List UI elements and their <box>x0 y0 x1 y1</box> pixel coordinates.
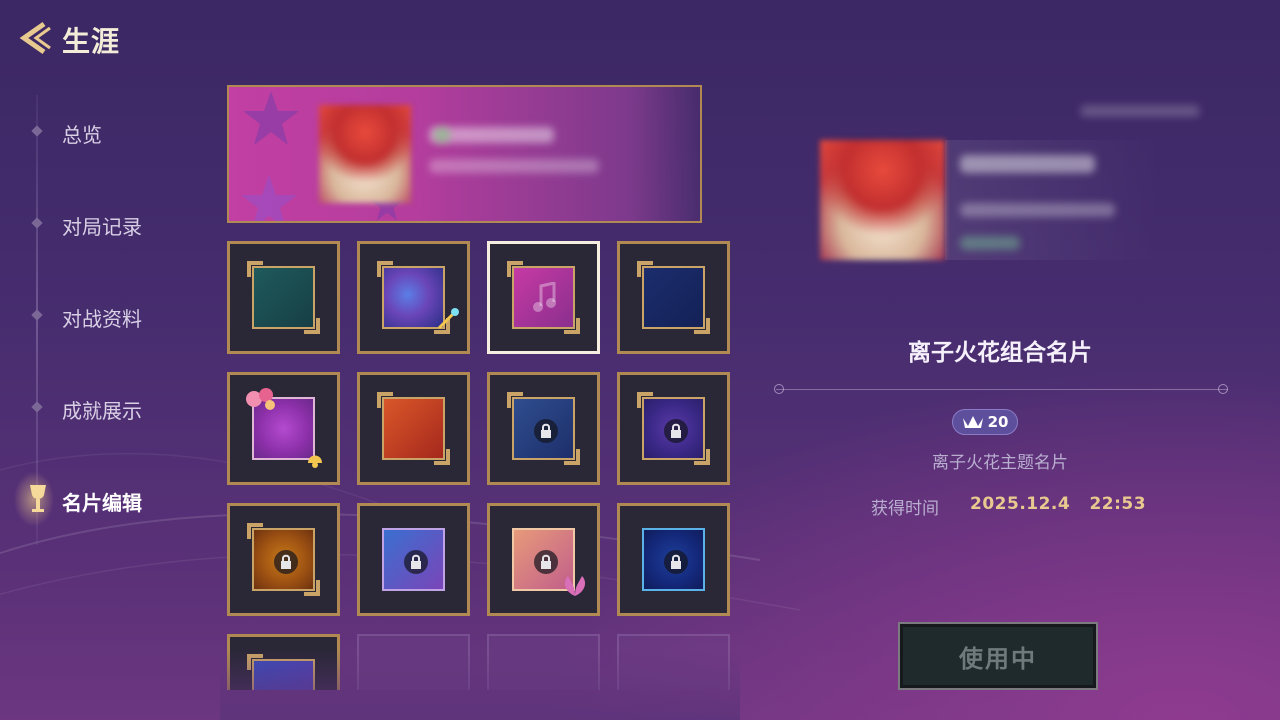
divider-end <box>774 384 784 394</box>
card-tile-empty <box>617 634 730 690</box>
card-tile[interactable] <box>357 241 470 354</box>
lock-icon <box>664 419 688 443</box>
lotus-decoration-icon <box>564 576 586 596</box>
card-thumbnail <box>637 261 710 334</box>
card-thumbnail <box>507 261 580 334</box>
card-tile[interactable] <box>617 241 730 354</box>
rose-decoration-icon <box>246 388 275 410</box>
divider-end <box>1218 384 1228 394</box>
card-thumbnail <box>637 392 710 465</box>
card-tile[interactable] <box>227 241 340 354</box>
player-name-blurred <box>960 155 1095 173</box>
sidebar-item-label: 总览 <box>62 123 102 147</box>
sidebar-dot <box>31 309 43 321</box>
sidebar-item-label: 成就展示 <box>62 399 142 423</box>
cost-badge: 20 <box>952 409 1018 435</box>
back-button[interactable] <box>14 18 54 58</box>
card-tile-empty <box>357 634 470 690</box>
card-description: 离子火花主题名片 <box>932 453 1068 473</box>
lock-icon <box>534 550 558 574</box>
rank-icon-blurred <box>434 127 450 143</box>
sidebar-item-achievements[interactable]: 成就展示 <box>20 385 190 429</box>
card-grid <box>226 240 736 690</box>
crown-icon <box>962 416 983 428</box>
in-use-label: 使用中 <box>959 644 1037 673</box>
card-title: 离子火花组合名片 <box>908 340 1092 366</box>
acquired-time: 2025.12.4 22:53 <box>970 494 1147 514</box>
player-tag-blurred <box>960 236 1020 250</box>
detail-card-preview <box>820 100 1210 260</box>
card-tile-locked[interactable] <box>487 503 600 616</box>
sidebar-item-label: 对战资料 <box>62 307 142 331</box>
card-thumbnail <box>247 654 315 690</box>
star-decoration-icon <box>241 175 297 221</box>
player-info-blurred <box>960 203 1115 217</box>
divider <box>776 389 1228 390</box>
card-tile-empty <box>487 634 600 690</box>
sidebar-item-card-edit[interactable]: 名片编辑 <box>12 469 190 529</box>
chevron-left-icon <box>19 21 51 55</box>
card-tile-locked[interactable] <box>227 634 340 690</box>
card-tile-locked[interactable] <box>487 372 600 485</box>
wand-decoration-icon <box>437 308 459 330</box>
bell-decoration-icon <box>308 455 322 468</box>
sidebar-item-battle-stats[interactable]: 对战资料 <box>20 293 190 337</box>
card-tile-locked[interactable] <box>227 503 340 616</box>
sidebar-item-label: 名片编辑 <box>62 491 142 515</box>
sidebar-item-match-history[interactable]: 对局记录 <box>20 201 190 245</box>
acquired-label: 获得时间 <box>871 499 939 519</box>
card-thumbnail <box>507 392 580 465</box>
music-note-icon <box>533 282 556 312</box>
sidebar-item-overview[interactable]: 总览 <box>20 109 190 153</box>
card-thumbnail <box>247 261 320 334</box>
lock-icon <box>534 419 558 443</box>
cost-value: 20 <box>987 413 1009 431</box>
card-tile-locked[interactable] <box>357 503 470 616</box>
card-thumbnail <box>382 528 445 591</box>
card-thumbnail <box>642 528 705 591</box>
sidebar-dot <box>31 217 43 229</box>
sidebar-dot <box>31 401 43 413</box>
card-tile[interactable] <box>227 372 340 485</box>
lock-icon <box>404 550 428 574</box>
in-use-button[interactable]: 使用中 <box>898 622 1098 690</box>
lock-icon <box>274 550 298 574</box>
card-tile-locked[interactable] <box>617 503 730 616</box>
page-title: 生涯 <box>62 25 121 58</box>
card-tile-selected[interactable] <box>487 241 600 354</box>
header-info-blurred <box>1080 105 1200 117</box>
avatar <box>319 105 411 203</box>
sidebar-item-label: 对局记录 <box>62 215 142 239</box>
card-tile-locked[interactable] <box>617 372 730 485</box>
avatar <box>820 140 945 260</box>
lock-icon <box>664 550 688 574</box>
trophy-icon <box>30 485 46 512</box>
card-tile[interactable] <box>357 372 470 485</box>
player-info-blurred <box>429 159 599 173</box>
name-card-preview <box>227 85 702 223</box>
star-decoration-icon <box>243 91 299 145</box>
card-thumbnail <box>247 523 320 596</box>
card-thumbnail <box>377 392 450 465</box>
sidebar-dot <box>31 125 43 137</box>
